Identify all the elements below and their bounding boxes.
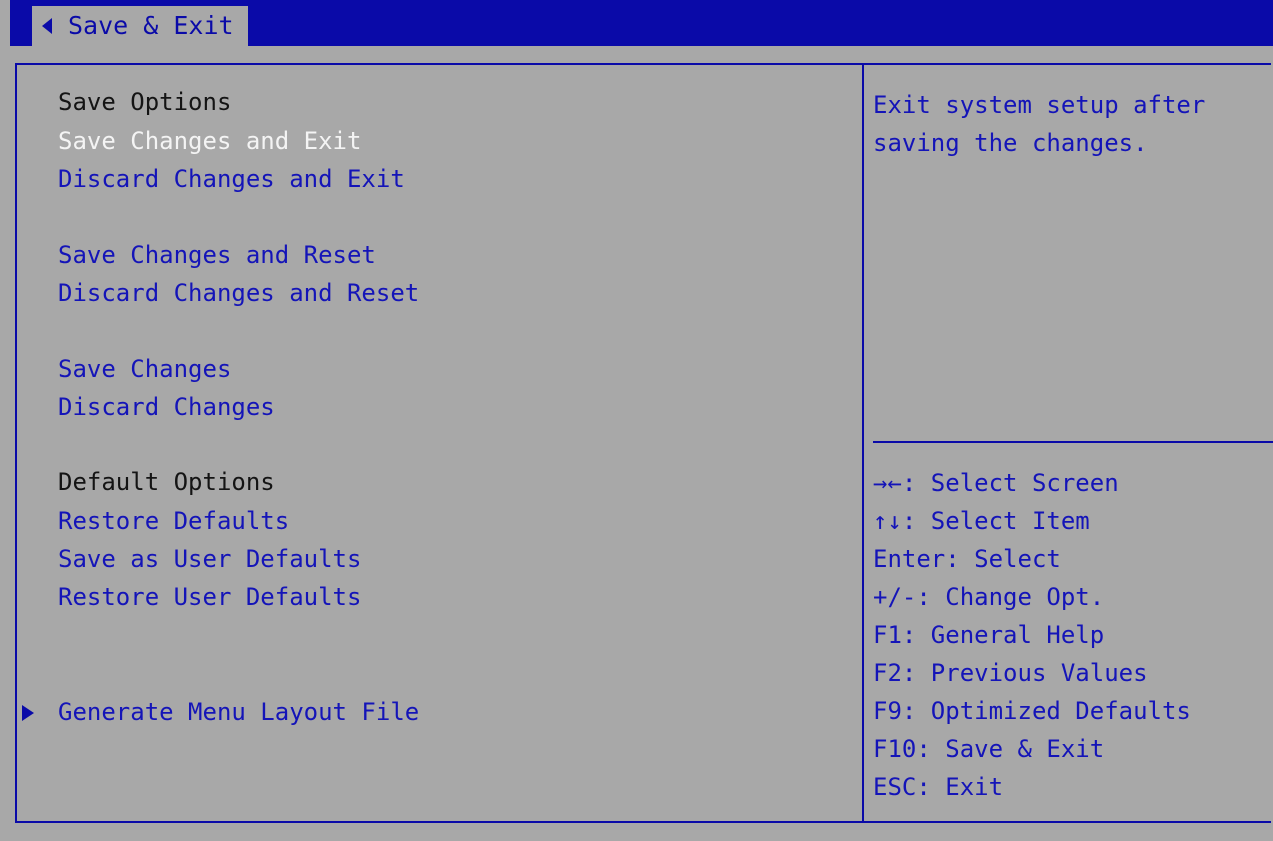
menu-item-generate-menu-layout-file[interactable]: Generate Menu Layout File xyxy=(58,697,419,727)
menu-item-discard-changes[interactable]: Discard Changes xyxy=(58,392,275,422)
menu-item-discard-changes-and-reset[interactable]: Discard Changes and Reset xyxy=(58,278,419,308)
hint-general-help: F1: General Help xyxy=(873,621,1105,649)
menu-item-save-changes-and-exit[interactable]: Save Changes and Exit xyxy=(58,126,361,156)
hint-save-exit: F10: Save & Exit xyxy=(873,735,1105,763)
save-options-header: Save Options xyxy=(58,88,232,116)
hint-optimized-defaults: F9: Optimized Defaults xyxy=(873,697,1191,725)
menu-item-save-as-user-defaults[interactable]: Save as User Defaults xyxy=(58,544,361,574)
menu-item-restore-user-defaults[interactable]: Restore User Defaults xyxy=(58,582,361,612)
menu-item-save-changes-and-reset[interactable]: Save Changes and Reset xyxy=(58,240,376,270)
tab-save-exit[interactable]: Save & Exit xyxy=(32,6,248,46)
left-arrow-icon[interactable] xyxy=(42,18,52,34)
hint-esc-exit: ESC: Exit xyxy=(873,773,1004,801)
menu-item-discard-changes-and-exit[interactable]: Discard Changes and Exit xyxy=(58,164,405,194)
title-bar-gap xyxy=(0,0,10,46)
hint-previous-values: F2: Previous Values xyxy=(873,659,1148,687)
default-options-header: Default Options xyxy=(58,468,275,496)
hint-change-opt: +/-: Change Opt. xyxy=(873,583,1105,611)
help-description: Exit system setup after saving the chang… xyxy=(873,91,1206,157)
panel-divider-horizontal xyxy=(873,441,1273,443)
tab-save-exit-label: Save & Exit xyxy=(68,11,234,40)
right-triangle-icon xyxy=(22,705,34,721)
hint-select-item: ↑↓: Select Item xyxy=(873,507,1090,535)
title-bar: Save & Exit xyxy=(0,0,1273,46)
menu-item-save-changes[interactable]: Save Changes xyxy=(58,354,231,384)
bios-screen: Save & Exit Save Options Save Changes an… xyxy=(0,0,1273,841)
panel-divider-vertical xyxy=(862,63,864,823)
hint-enter-select: Enter: Select xyxy=(873,545,1061,573)
hint-select-screen: →←: Select Screen xyxy=(873,469,1119,497)
menu-item-restore-defaults[interactable]: Restore Defaults xyxy=(58,506,289,536)
